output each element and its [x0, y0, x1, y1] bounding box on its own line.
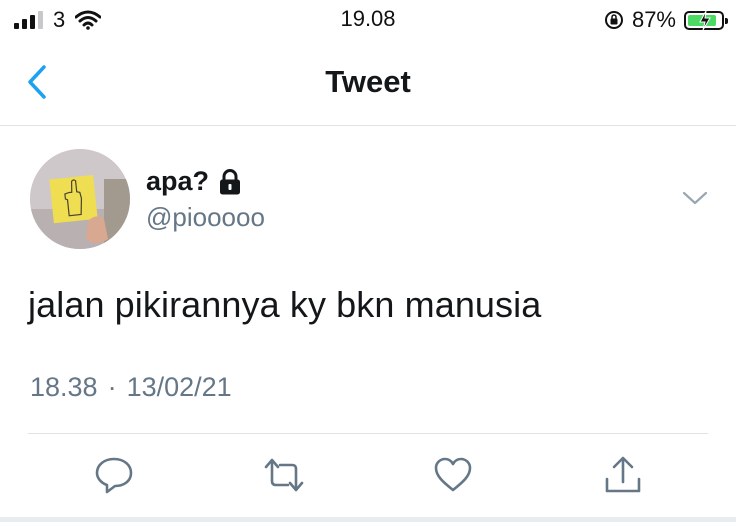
tweet-timestamp: 18.38 · 13/02/21 [30, 372, 232, 403]
battery-icon [684, 10, 728, 30]
lock-icon [220, 168, 241, 194]
rotation-lock-icon [604, 11, 623, 29]
chevron-down-icon [682, 191, 708, 205]
reply-button[interactable] [94, 455, 134, 495]
timestamp-separator: · [107, 372, 117, 402]
bottom-edge [0, 517, 736, 522]
more-options-button[interactable] [680, 186, 710, 210]
tweet-date: 13/02/21 [126, 372, 232, 402]
heart-icon [434, 457, 472, 492]
share-icon [605, 456, 641, 493]
display-name[interactable]: apa? [146, 166, 209, 197]
avatar[interactable] [30, 149, 130, 249]
username[interactable]: @piooooo [146, 202, 265, 233]
tweet-time: 18.38 [30, 372, 98, 402]
retweet-icon [264, 458, 304, 492]
like-button[interactable] [433, 455, 473, 495]
display-name-row: apa? [146, 166, 241, 197]
page-title: Tweet [325, 64, 411, 99]
retweet-button[interactable] [264, 455, 304, 495]
status-bar-right: 87% [604, 6, 728, 34]
divider [28, 433, 708, 434]
tweet-text: jalan pikirannya ky bkn manusia [28, 284, 542, 325]
reply-icon [95, 457, 133, 494]
tweet-detail-screen: 3 19.08 87% Tweet apa? @piooooo jalan pi… [0, 0, 736, 522]
navigation-bar: Tweet [0, 40, 736, 126]
avatar-image [30, 149, 130, 249]
share-button[interactable] [603, 455, 643, 495]
battery-percentage: 87% [631, 7, 676, 32]
charging-bolt-icon [699, 10, 711, 30]
status-bar: 3 19.08 87% [0, 0, 736, 40]
